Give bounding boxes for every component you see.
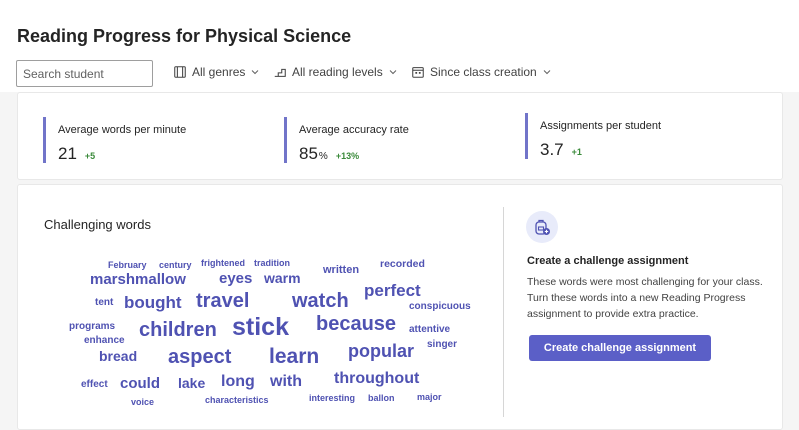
challenging-word: learn — [269, 345, 320, 368]
challenging-word: tradition — [254, 258, 290, 268]
challenging-word: perfect — [364, 281, 421, 300]
challenging-word: lake — [178, 375, 206, 391]
genre-filter[interactable]: All genres — [173, 60, 260, 84]
challenging-word: effect — [81, 379, 108, 390]
chevron-down-icon — [389, 70, 397, 75]
challenge-title: Create a challenge assignment — [527, 255, 689, 267]
stats-panel: Average words per minute 21 +5 Average a… — [17, 92, 783, 180]
challenging-word: eyes — [219, 270, 253, 287]
challenging-word: warm — [264, 270, 301, 286]
challenging-word: long — [221, 373, 255, 390]
genre-filter-label: All genres — [192, 65, 246, 79]
stat-delta: +13% — [335, 151, 360, 161]
stat-delta: +1 — [571, 147, 582, 157]
challenging-word: interesting — [309, 393, 356, 403]
challenge-description: These words were most challenging for yo… — [527, 276, 763, 320]
book-icon — [174, 66, 186, 78]
challenging-word: bread — [99, 348, 138, 364]
challenging-word: enhance — [84, 335, 125, 346]
challenging-word: February — [108, 260, 147, 270]
challenging-word: programs — [69, 321, 116, 332]
challenging-word: tent — [95, 297, 114, 308]
divider — [503, 207, 504, 417]
stat-value: 3.7 — [540, 140, 564, 159]
create-challenge-button[interactable]: Create challenge assignment — [529, 335, 711, 361]
backpack-add-icon — [526, 211, 558, 243]
stat-value: 85 — [299, 144, 318, 163]
challenging-word: frightened — [201, 258, 245, 268]
challenging-word: watch — [292, 290, 349, 312]
challenging-word: children — [139, 319, 217, 341]
challenging-word: major — [417, 392, 442, 402]
challenging-word: century — [159, 260, 192, 270]
challenging-word: marshmallow — [90, 271, 186, 288]
challenging-word: bought — [124, 293, 182, 312]
search-input[interactable] — [16, 60, 153, 87]
challenging-word: ballon — [368, 393, 395, 403]
challenging-word: voice — [131, 397, 155, 407]
calendar-icon — [412, 67, 424, 78]
stat-words-per-minute: Average words per minute 21 +5 — [43, 117, 186, 163]
challenging-word: could — [120, 375, 160, 392]
steps-icon — [274, 68, 286, 77]
challenging-word: stick — [232, 313, 289, 341]
stat-label: Average words per minute — [58, 124, 187, 136]
challenging-word: singer — [427, 339, 458, 350]
challenging-word: throughout — [334, 370, 420, 387]
challenging-word: travel — [196, 290, 250, 312]
header: Reading Progress for Physical Science Al… — [0, 0, 799, 92]
challenging-word: conspicuous — [409, 301, 471, 312]
stat-accuracy-rate: Average accuracy rate 85 % +13% — [284, 117, 409, 163]
challenging-word: characteristics — [205, 395, 269, 405]
page-title: Reading Progress for Physical Science — [17, 26, 352, 46]
chevron-down-icon — [543, 70, 551, 75]
challenging-word: popular — [348, 341, 414, 361]
stat-value: 21 — [58, 144, 77, 163]
page: Reading Progress for Physical Science Al… — [0, 0, 799, 430]
stat-label: Assignments per student — [540, 120, 662, 132]
challenging-words-card: Challenging words February century frighte… — [17, 184, 783, 430]
stat-label: Average accuracy rate — [299, 124, 409, 136]
chevron-down-icon — [252, 70, 259, 75]
challenging-word: because — [316, 313, 397, 335]
date-range-filter[interactable]: Since class creation — [411, 60, 552, 84]
challenging-words-title: Challenging words — [44, 217, 151, 232]
challenging-word: attentive — [409, 324, 451, 335]
stat-assignments-per-student: Assignments per student 3.7 +1 — [525, 113, 661, 159]
reading-level-filter-label: All reading levels — [292, 65, 383, 79]
challenging-word: aspect — [168, 346, 232, 368]
challenging-word: with — [270, 373, 302, 390]
stat-unit: % — [318, 151, 328, 162]
reading-level-filter[interactable]: All reading levels — [273, 60, 398, 84]
challenging-word: written — [323, 264, 360, 276]
stat-delta: +5 — [84, 151, 96, 161]
challenging-word: recorded — [380, 258, 425, 270]
date-range-filter-label: Since class creation — [430, 65, 537, 79]
